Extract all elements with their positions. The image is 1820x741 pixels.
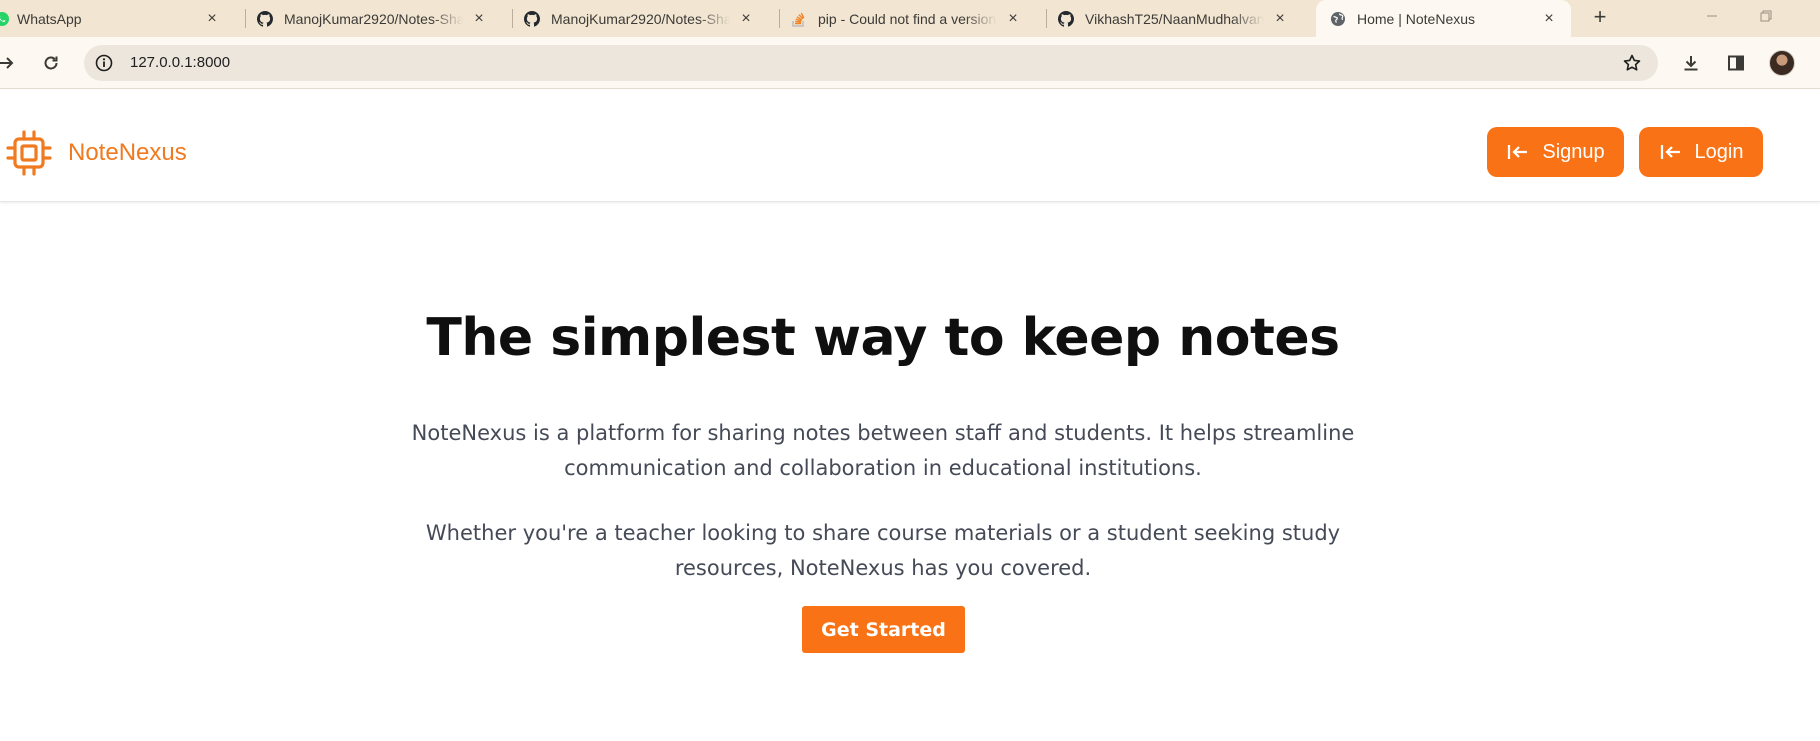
close-icon[interactable]: × — [204, 10, 220, 27]
browser-toolbar: 127.0.0.1:8000 — [0, 37, 1820, 89]
browser-tab-strip: WhatsApp × ManojKumar2920/Notes-Sharing … — [0, 0, 1820, 37]
page-content: NoteNexus Signup Login The simplest way … — [0, 90, 1820, 741]
tab-separator — [245, 9, 246, 28]
hero-description: NoteNexus is a platform for sharing note… — [0, 416, 1766, 486]
tab-title: pip - Could not find a version — [818, 10, 997, 27]
hero-title: The simplest way to keep notes — [426, 308, 1340, 368]
github-icon — [1058, 10, 1074, 27]
tab-github-naanmudhalvan[interactable]: VikhashT25/NaanMudhalvan × — [1058, 0, 1300, 37]
hero-audience-line: Whether you're a teacher looking to shar… — [425, 521, 1341, 545]
stackoverflow-icon — [791, 11, 807, 27]
forward-icon[interactable] — [0, 51, 18, 75]
tab-title: VikhashT25/NaanMudhalvan — [1085, 10, 1264, 27]
site-info-icon[interactable] — [94, 53, 114, 73]
tab-separator — [512, 9, 513, 28]
url-text: 127.0.0.1:8000 — [130, 54, 231, 71]
hero-description-line: NoteNexus is a platform for sharing note… — [411, 421, 1355, 445]
login-button[interactable]: Login — [1639, 127, 1763, 177]
tab-title: Home | NoteNexus — [1357, 10, 1476, 27]
close-icon[interactable]: × — [1541, 10, 1557, 27]
profile-avatar[interactable] — [1769, 50, 1795, 76]
close-icon[interactable]: × — [1005, 10, 1021, 27]
brand[interactable]: NoteNexus — [6, 130, 187, 176]
download-icon[interactable] — [1679, 51, 1703, 75]
address-bar[interactable]: 127.0.0.1:8000 — [84, 45, 1658, 81]
close-icon[interactable]: × — [738, 10, 754, 27]
tab-title: WhatsApp — [17, 10, 82, 27]
tab-separator — [1046, 9, 1047, 28]
reload-icon[interactable] — [39, 51, 63, 75]
hero-description-line: communication and collaboration in educa… — [564, 456, 1202, 480]
whatsapp-icon — [0, 11, 10, 27]
side-panel-icon[interactable] — [1724, 51, 1748, 75]
hero-audience-text: Whether you're a teacher looking to shar… — [0, 516, 1766, 586]
tab-title: ManojKumar2920/Notes-Sharing — [551, 10, 730, 27]
minimize-icon[interactable] — [1700, 8, 1724, 28]
signup-button[interactable]: Signup — [1487, 127, 1624, 177]
tab-separator — [779, 9, 780, 28]
github-icon — [524, 10, 540, 27]
tab-github-notes-2[interactable]: ManojKumar2920/Notes-Sharing × — [524, 0, 766, 37]
hero-audience-line: resources, NoteNexus has you covered. — [674, 556, 1092, 580]
tab-whatsapp[interactable]: WhatsApp × — [0, 0, 232, 37]
chip-logo-icon — [6, 130, 52, 176]
tab-title: ManojKumar2920/Notes-Sharing — [284, 10, 463, 27]
bookmark-star-icon[interactable] — [1622, 53, 1642, 73]
github-icon — [257, 10, 273, 27]
tab-github-notes-1[interactable]: ManojKumar2920/Notes-Sharing × — [257, 0, 499, 37]
brand-name: NoteNexus — [68, 139, 187, 166]
restore-icon[interactable] — [1754, 8, 1778, 28]
signup-label: Signup — [1542, 140, 1605, 163]
tab-notenexus-home[interactable]: Home | NoteNexus × — [1316, 0, 1571, 37]
site-navbar: NoteNexus Signup Login — [0, 90, 1820, 202]
arrow-left-to-line-icon — [1660, 145, 1680, 159]
new-tab-button[interactable]: + — [1588, 6, 1612, 30]
close-icon[interactable]: × — [1272, 10, 1288, 27]
globe-icon — [1330, 11, 1346, 27]
get-started-button[interactable]: Get Started — [802, 606, 965, 653]
login-label: Login — [1694, 140, 1744, 163]
tab-stackoverflow-pip[interactable]: pip - Could not find a version × — [791, 0, 1033, 37]
close-icon[interactable]: × — [471, 10, 487, 27]
arrow-left-to-line-icon — [1508, 145, 1528, 159]
